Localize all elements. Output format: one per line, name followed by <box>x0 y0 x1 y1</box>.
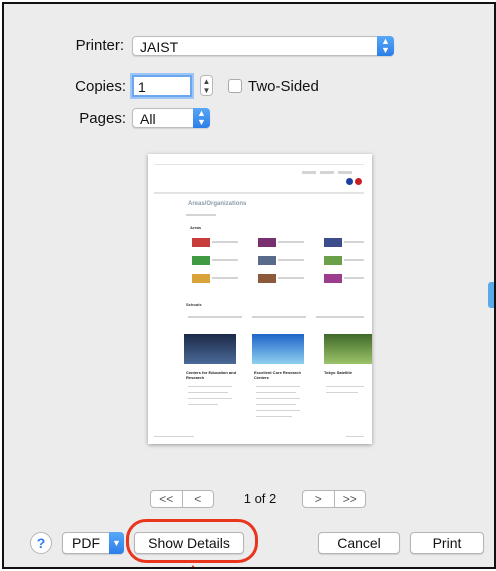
page-indicator: 1 of 2 <box>243 491 277 506</box>
preview-heading: Areas/Organizations <box>188 201 247 207</box>
pdf-menu-button[interactable]: PDF ▼ <box>62 532 124 554</box>
page-nav-back[interactable]: << < <box>150 490 214 508</box>
copies-label: Copies: <box>75 78 126 95</box>
printer-select[interactable]: JAIST ▲ ▼ <box>132 36 394 56</box>
print-dialog: Printer: JAIST ▲ ▼ Copies: 1 ▲ ▼ Two-Sided… <box>2 2 496 569</box>
chevron-down-icon: ▼ <box>109 532 124 554</box>
pages-select[interactable]: All ▲ ▼ <box>132 108 210 128</box>
preview-section-areas: Areas <box>190 225 202 230</box>
next-page-button[interactable]: > <box>303 491 334 507</box>
arrow-pointer-icon <box>186 565 200 567</box>
copies-stepper[interactable]: ▲ ▼ <box>200 75 213 96</box>
copies-field[interactable]: 1 <box>132 75 192 97</box>
chevron-updown-icon: ▲ ▼ <box>193 108 210 128</box>
preview-block-2: Excellent Core Research Centers <box>254 370 301 380</box>
pages-value: All <box>140 111 156 127</box>
help-button[interactable]: ? <box>30 532 52 554</box>
pages-label: Pages: <box>79 110 126 127</box>
two-sided-checkbox[interactable] <box>228 79 242 93</box>
first-page-button[interactable]: << <box>151 491 182 507</box>
pdf-label: PDF <box>72 535 100 551</box>
prev-page-button[interactable]: < <box>181 491 214 507</box>
show-details-button[interactable]: Show Details <box>134 532 244 554</box>
two-sided-label: Two-Sided <box>248 78 319 95</box>
print-button[interactable]: Print <box>410 532 484 554</box>
cancel-button[interactable]: Cancel <box>318 532 400 554</box>
preview-section-schools: Schools <box>186 302 202 307</box>
printer-label: Printer: <box>75 37 124 54</box>
printer-value: JAIST <box>140 39 179 55</box>
page-nav-forward[interactable]: > >> <box>302 490 366 508</box>
chevron-updown-icon: ▲ ▼ <box>377 36 394 56</box>
last-page-button[interactable]: >> <box>333 491 366 507</box>
print-preview: Areas/Organizations Areas Schools Center… <box>148 154 372 444</box>
preview-block-1: Centers for Education and Research <box>186 370 237 380</box>
preview-side-button[interactable] <box>488 282 494 308</box>
preview-block-3: Tokyo Satellite <box>324 370 352 375</box>
